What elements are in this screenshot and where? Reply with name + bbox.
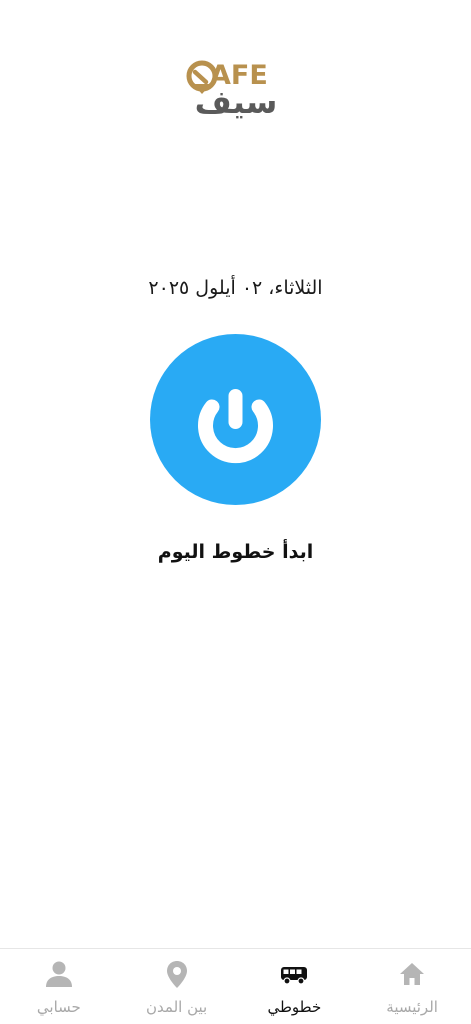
nav-item-account-label: حسابي: [36, 998, 81, 1016]
nav-item-home[interactable]: الرئيسية: [357, 949, 467, 1024]
nav-item-home-label: الرئيسية: [386, 998, 438, 1016]
home-icon: [400, 963, 425, 985]
nav-item-my-lines-label: خطوطي: [267, 998, 322, 1016]
nav-item-my-lines[interactable]: خطوطي: [239, 949, 349, 1024]
app-screen: AFE سيف الثلاثاء، ٠٢ أيلول ٢٠٢٥ ابدأ خطو…: [0, 0, 471, 1024]
user-icon: [45, 961, 72, 987]
nav-item-account[interactable]: حسابي: [4, 949, 114, 1024]
start-lines-button[interactable]: [150, 334, 321, 505]
logo-arabic-text: سيف: [194, 83, 278, 121]
start-lines-label: ابدأ خطوط اليوم: [157, 541, 314, 563]
location-pin-icon: [166, 961, 187, 988]
bus-icon: [281, 967, 308, 985]
power-icon: [198, 389, 273, 464]
bottom-navigation: الرئيسية خطوطي بين المدن حسابي: [0, 948, 471, 1024]
current-date: الثلاثاء، ٠٢ أيلول ٢٠٢٥: [148, 277, 323, 299]
nav-item-intercity-label: بين المدن: [146, 998, 208, 1016]
safe-logo: AFE سيف: [186, 60, 286, 120]
nav-item-intercity[interactable]: بين المدن: [122, 949, 232, 1024]
